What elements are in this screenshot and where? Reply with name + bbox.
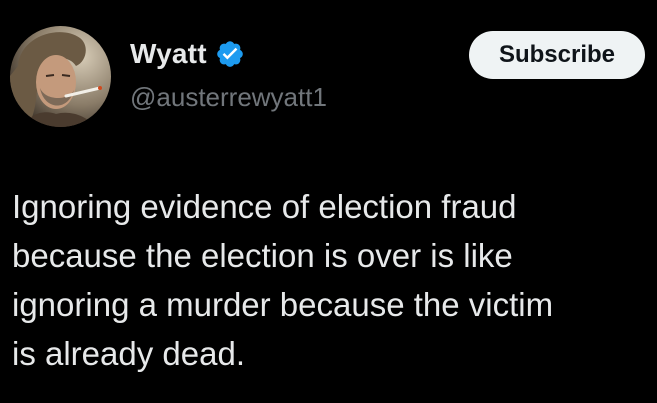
tweet-text: Ignoring evidence of election fraud beca… [12, 188, 554, 372]
author-avatar[interactable] [10, 26, 111, 127]
verified-badge-icon [215, 39, 245, 69]
subscribe-button[interactable]: Subscribe [469, 31, 645, 79]
author-handle[interactable]: @austerrewyatt1 [130, 82, 327, 113]
tweet-card: Wyatt @austerrewyatt1 Subscribe Ignoring… [0, 0, 657, 403]
avatar-photo-icon [10, 26, 111, 127]
author-name-row: Wyatt [130, 36, 245, 72]
author-display-name[interactable]: Wyatt [130, 38, 207, 70]
